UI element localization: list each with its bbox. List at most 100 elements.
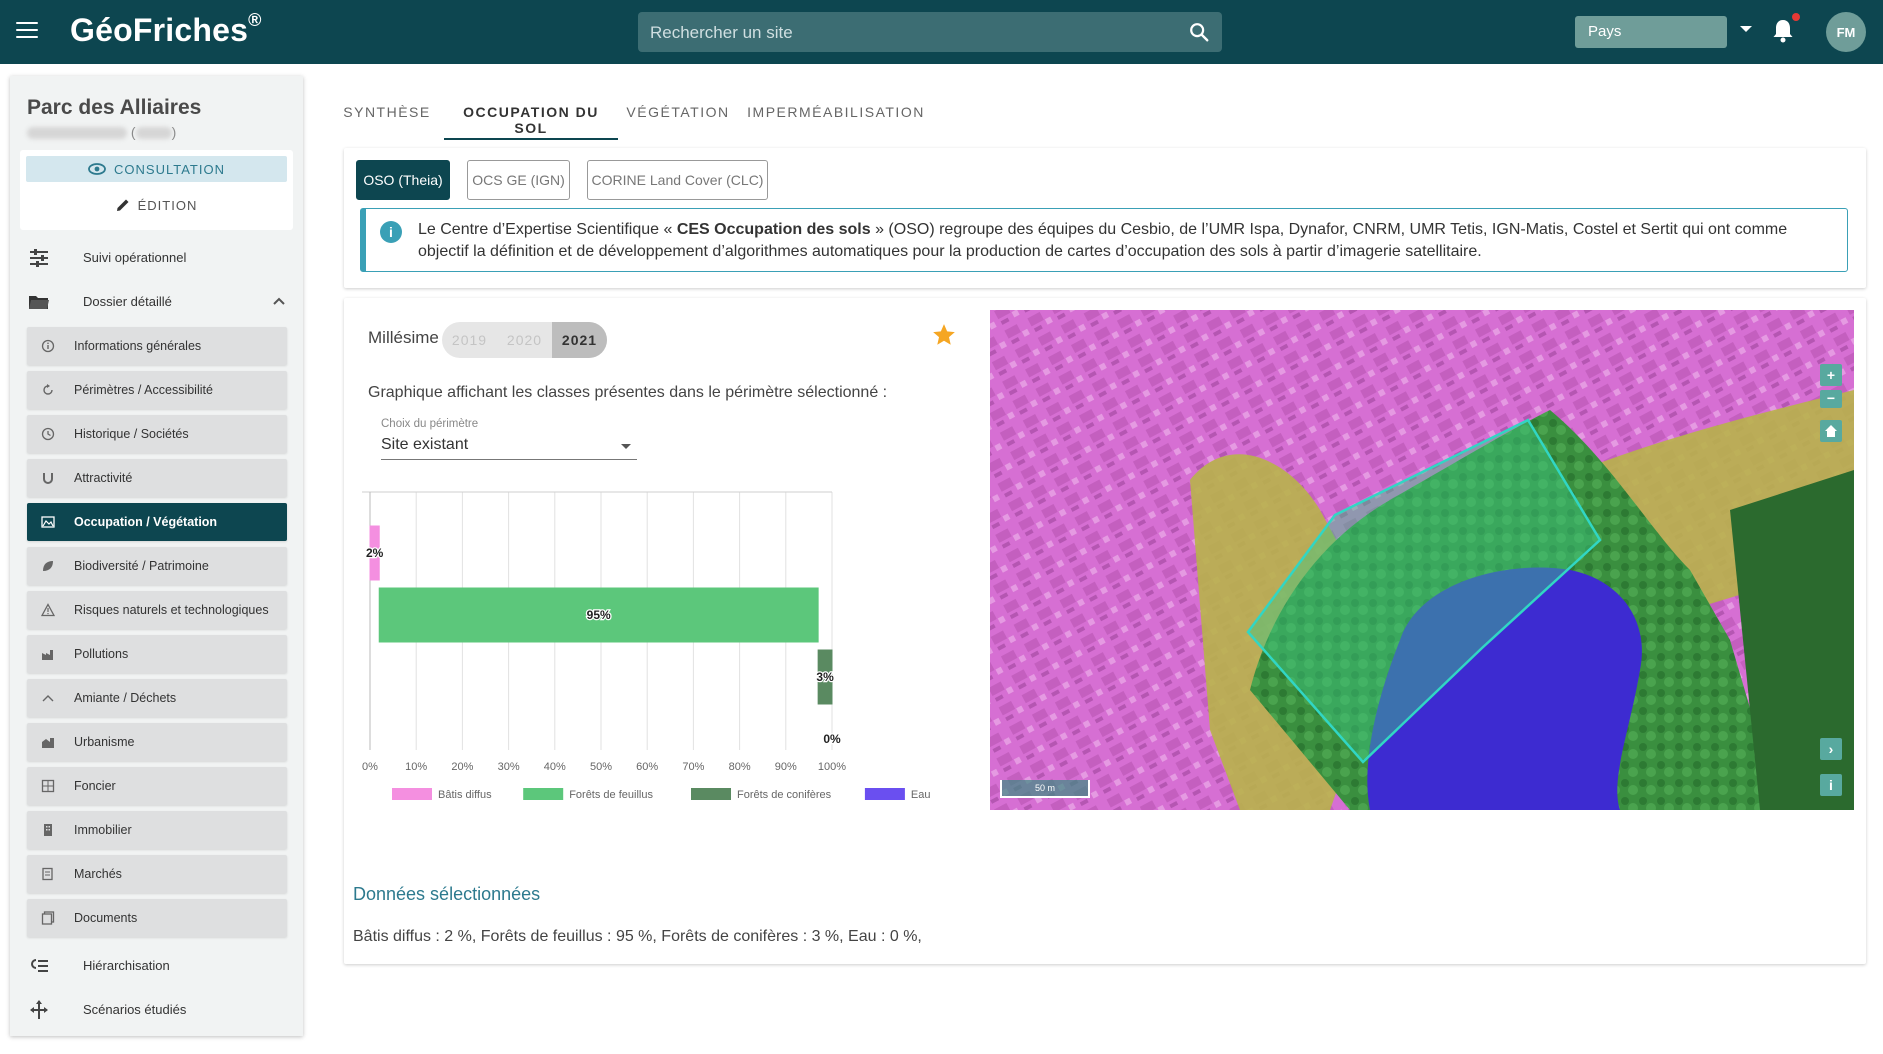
sidebar-item-historique-societes[interactable]: Historique / Sociétés xyxy=(27,415,287,453)
landscape-icon xyxy=(41,516,55,528)
home-icon xyxy=(1825,425,1837,437)
year-2021-button[interactable]: 2021 xyxy=(552,322,607,358)
chart-caption: Graphique affichant les classes présente… xyxy=(368,384,888,401)
source-info-box: i Le Centre d’Expertise Scientifique « C… xyxy=(360,208,1848,272)
magnet-icon xyxy=(43,473,53,484)
info-icon xyxy=(41,339,55,353)
hamburger-menu-icon[interactable] xyxy=(16,22,38,40)
tab-vegetation[interactable]: VÉGÉTATION xyxy=(618,92,738,140)
sidebar-item-pollutions[interactable]: Pollutions xyxy=(27,635,287,673)
x-tick-label: 100% xyxy=(818,761,846,773)
search-input[interactable]: Rechercher un site xyxy=(638,12,1222,52)
home-extent-button[interactable] xyxy=(1820,420,1842,442)
folder-open-icon xyxy=(29,296,49,309)
site-title: Parc des Alliaires xyxy=(27,96,202,119)
nav-dossier-detaille[interactable]: Dossier détaillé xyxy=(10,282,303,322)
x-tick-label: 20% xyxy=(451,761,473,773)
chevron-up-icon[interactable] xyxy=(272,294,286,308)
donnees-text: Bâtis diffus : 2 %, Forêts de feuillus :… xyxy=(353,928,922,945)
tab-impermeabilisation[interactable]: IMPERMÉABILISATION xyxy=(738,92,934,140)
land-use-map[interactable]: + − › i 50 m xyxy=(990,310,1854,810)
info-icon: i xyxy=(380,221,402,243)
x-tick-label: 30% xyxy=(498,761,520,773)
sidebar-item-amiante-dechets[interactable]: Amiante / Déchets xyxy=(27,679,287,717)
year-2019-button[interactable]: 2019 xyxy=(442,322,497,358)
x-tick-label: 90% xyxy=(775,761,797,773)
year-2020-button[interactable]: 2020 xyxy=(497,322,552,358)
sidebar-item-informations-generales[interactable]: Informations générales xyxy=(27,327,287,365)
x-tick-label: 70% xyxy=(682,761,704,773)
brand-logo[interactable]: GéoFriches® xyxy=(70,10,262,49)
city-icon xyxy=(42,738,54,748)
data-source-card: OSO (Theia) OCS GE (IGN) CORINE Land Cov… xyxy=(344,148,1866,288)
map-info-button[interactable]: i xyxy=(1820,774,1842,796)
waste-icon xyxy=(42,695,54,702)
source-oso-button[interactable]: OSO (Theia) xyxy=(356,160,450,200)
millesime-label: Millésime xyxy=(368,328,439,347)
market-icon xyxy=(42,867,53,881)
tune-icon xyxy=(30,249,48,267)
notifications-bell-icon[interactable] xyxy=(1771,18,1795,44)
warning-icon xyxy=(41,603,55,617)
sidebar: Parc des Alliaires () CONSULTATION ÉDITI… xyxy=(10,76,303,1036)
sidebar-item-foncier[interactable]: Foncier xyxy=(27,767,287,805)
consultation-mode-button[interactable]: CONSULTATION xyxy=(26,156,287,182)
pencil-icon xyxy=(116,199,129,211)
legend-swatch xyxy=(392,788,432,800)
refresh-icon xyxy=(43,384,53,395)
bar-data-label: 95% xyxy=(587,608,611,622)
country-dropdown-caret-icon[interactable] xyxy=(1740,26,1752,32)
sidebar-item-risques[interactable]: Risques naturels et technologiques xyxy=(27,591,287,629)
edition-mode-button[interactable]: ÉDITION xyxy=(26,192,287,218)
sidebar-item-urbanisme[interactable]: Urbanisme xyxy=(27,723,287,761)
x-tick-label: 80% xyxy=(729,761,751,773)
top-app-bar: GéoFriches® Rechercher un site Pays FM xyxy=(0,0,1883,64)
user-avatar[interactable]: FM xyxy=(1826,12,1866,52)
tab-occupation-du-sol[interactable]: OCCUPATION DU SOL xyxy=(444,92,618,140)
legend-swatch xyxy=(691,788,731,800)
sidebar-item-attractivite[interactable]: Attractivité xyxy=(27,459,287,497)
x-tick-label: 10% xyxy=(405,761,427,773)
zoom-in-button[interactable]: + xyxy=(1820,364,1842,386)
ranking-list-icon xyxy=(31,959,48,972)
source-info-text: Le Centre d’Expertise Scientifique « CES… xyxy=(418,221,1788,260)
sidebar-item-occupation-vegetation[interactable]: Occupation / Végétation xyxy=(27,503,287,541)
search-icon[interactable] xyxy=(1188,21,1210,43)
building-icon xyxy=(44,824,52,836)
perimetre-value: Site existant xyxy=(381,436,469,453)
millesime-toggle: 2019 2020 2021 xyxy=(442,322,607,358)
source-corine-button[interactable]: CORINE Land Cover (CLC) xyxy=(587,160,768,200)
country-select[interactable]: Pays xyxy=(1575,16,1727,48)
sidebar-item-marches[interactable]: Marchés xyxy=(27,855,287,893)
tab-synthese[interactable]: SYNTHÈSE xyxy=(330,92,444,140)
star-icon[interactable] xyxy=(931,322,957,348)
x-tick-label: 40% xyxy=(544,761,566,773)
zoom-out-button[interactable]: − xyxy=(1820,390,1842,408)
bar-data-label: 3% xyxy=(816,670,834,684)
legend-label: Forêts de conifères xyxy=(737,789,832,801)
sidebar-item-immobilier[interactable]: Immobilier xyxy=(27,811,287,849)
nav-scenarios-etudies[interactable]: Scénarios étudiés xyxy=(10,990,303,1030)
expand-panel-button[interactable]: › xyxy=(1820,738,1842,760)
perimetre-select[interactable]: Site existant xyxy=(381,436,637,460)
x-tick-label: 50% xyxy=(590,761,612,773)
nav-hierarchisation[interactable]: Hiérarchisation xyxy=(10,946,303,986)
bar-data-label: 0% xyxy=(823,732,841,746)
mode-switcher: CONSULTATION ÉDITION xyxy=(20,150,293,230)
bar-data-label: 2% xyxy=(366,546,384,560)
history-icon xyxy=(41,427,55,441)
search-placeholder: Rechercher un site xyxy=(650,23,793,42)
legend-swatch xyxy=(523,788,564,800)
sidebar-item-documents[interactable]: Documents xyxy=(27,899,287,937)
parcel-icon xyxy=(41,779,55,793)
leaf-icon xyxy=(43,561,53,571)
source-ocsge-button[interactable]: OCS GE (IGN) xyxy=(467,160,570,200)
sidebar-item-biodiversite-patrimoine[interactable]: Biodiversité / Patrimoine xyxy=(27,547,287,585)
x-tick-label: 0% xyxy=(362,761,378,773)
factory-icon xyxy=(42,650,53,660)
legend-swatch xyxy=(864,788,905,800)
legend-label: Forêts de feuillus xyxy=(569,789,653,801)
sidebar-item-perimetres-accessibilite[interactable]: Périmètres / Accessibilité xyxy=(27,371,287,409)
nav-suivi-operationnel[interactable]: Suivi opérationnel xyxy=(10,238,303,278)
legend-label: Bâtis diffus xyxy=(438,789,492,801)
